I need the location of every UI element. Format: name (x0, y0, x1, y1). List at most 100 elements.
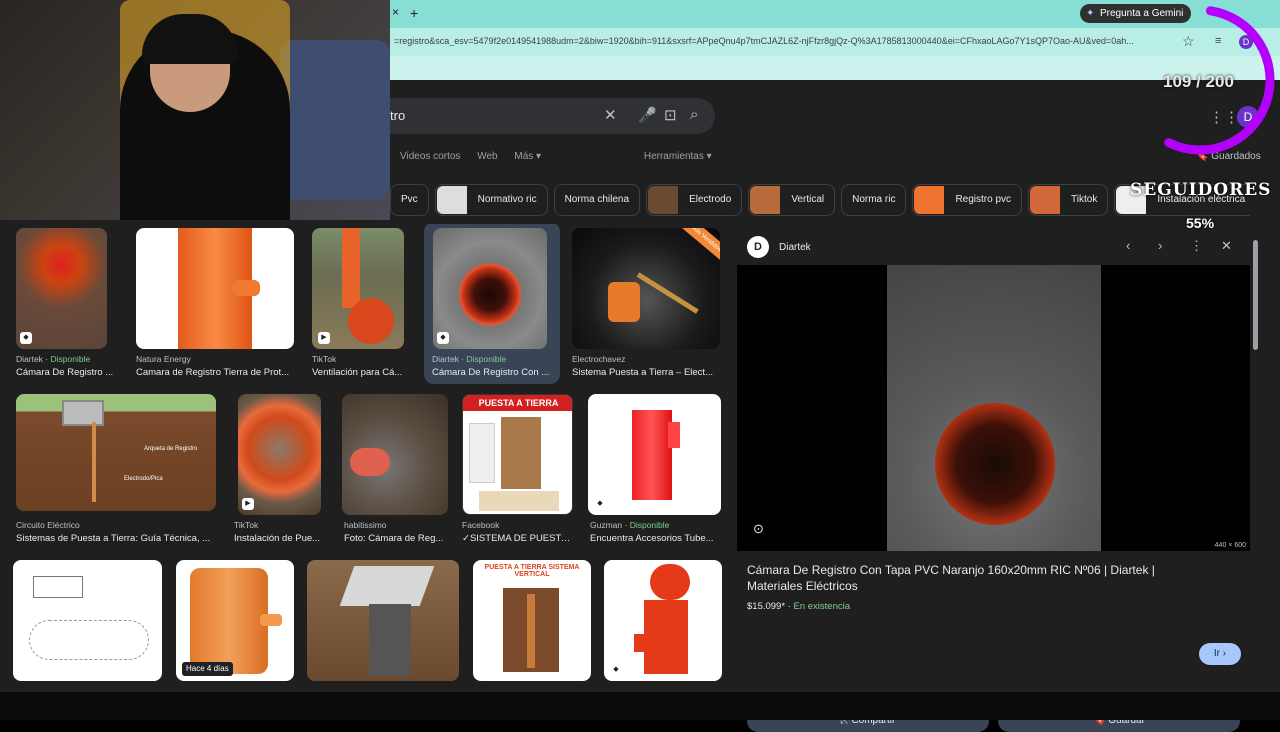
preview-image-area: ⊙ 440 × 600 (737, 265, 1250, 551)
search-input[interactable]: tro (390, 108, 405, 123)
result-source: Diartek · Disponible (16, 354, 91, 364)
site-name[interactable]: Diartek (779, 242, 811, 253)
result-title[interactable]: Encuentra Accesorios Tube... (590, 533, 722, 544)
product-tag-icon: ◆ (20, 332, 32, 344)
scrollbar[interactable] (1253, 240, 1258, 350)
result-image[interactable]: Hace 4 días (176, 560, 294, 681)
chip-norma-ric[interactable]: Norma ric (841, 184, 907, 216)
age-badge: Hace 4 días (182, 662, 233, 676)
result-image[interactable] (604, 560, 722, 681)
chip-norma-chilena[interactable]: Norma chilena (553, 184, 641, 216)
chip-thumbnail (436, 186, 467, 214)
webcam-overlay (0, 0, 390, 220)
registro-chamber (935, 403, 1055, 525)
video-play-icon: ▶ (318, 332, 330, 344)
result-source: Electrochavez (572, 354, 626, 364)
result-image[interactable]: PUESTA A TIERRA SISTEMA VERTICAL (473, 560, 591, 681)
chip-normativo-ric[interactable]: Normativo ric (434, 184, 548, 216)
follower-counter: 109 / 200 (1163, 72, 1234, 91)
preview-title[interactable]: Cámara De Registro Con Tapa PVC Naranjo … (747, 562, 1177, 594)
result-image[interactable] (238, 394, 321, 515)
chip-label: Norma ric (852, 194, 896, 205)
microphone-icon[interactable]: 🎤 (638, 106, 657, 124)
site-logo[interactable]: D (747, 236, 769, 258)
result-image[interactable] (136, 228, 294, 349)
result-title[interactable]: Cámara De Registro Con ... (432, 367, 554, 378)
result-source: TikTok (312, 354, 337, 364)
chip-pvc[interactable]: Pvc (390, 184, 429, 216)
result-source: habitissimo (344, 520, 387, 530)
preview-image[interactable] (887, 265, 1101, 551)
chip-label: Norma chilena (564, 194, 630, 205)
filter-more[interactable]: Más ▾ (514, 151, 541, 162)
image-dimensions: 440 × 600 (1214, 542, 1246, 549)
result-image[interactable] (433, 228, 547, 349)
url-text[interactable]: =registro&sca_esv=5479f2e0149541988udm=2… (394, 36, 1164, 46)
search-box[interactable]: tro ✕ 🎤 ⊡ ⌕ (390, 98, 715, 134)
chip-vertical[interactable]: Vertical (748, 184, 836, 216)
chip-label: Vertical (791, 194, 825, 205)
chip-electrodo[interactable]: Electrodo (646, 184, 743, 216)
taskbar (0, 692, 1280, 720)
followers-label: SEGUIDORES (1130, 180, 1272, 200)
filter-web[interactable]: Web (477, 151, 497, 162)
chip-thumbnail (648, 186, 679, 214)
result-title[interactable]: Instalación de Pue... (234, 533, 329, 544)
next-icon[interactable]: › (1158, 238, 1162, 253)
clear-icon[interactable]: ✕ (604, 106, 617, 124)
chip-tiktok[interactable]: Tiktok (1028, 184, 1109, 216)
result-source: Guzman · Disponible (590, 520, 670, 530)
result-image[interactable]: Más Vendidos (572, 228, 720, 349)
preview-panel: D Diartek ‹ › ⋮ ✕ ⊙ 440 × 600 Cámara De … (737, 224, 1250, 732)
tools-button[interactable]: Herramientas ▾ (644, 151, 712, 162)
chip-label: Tiktok (1071, 194, 1098, 205)
previous-icon[interactable]: ‹ (1126, 238, 1130, 253)
more-options-icon[interactable]: ⋮ (1190, 238, 1203, 254)
search-filters: Videos cortos Web Más ▾ Herramientas ▾ (400, 151, 726, 162)
result-title[interactable]: Camara de Registro Tierra de Prot... (136, 367, 296, 378)
product-tag-icon: ◆ (594, 498, 606, 510)
related-chips: Pvc Normativo ric Norma chilena Electrodo Ve… (390, 184, 1250, 218)
result-title[interactable]: Sistema Puesta a Tierra – Elect... (572, 367, 720, 378)
result-image[interactable]: Arqueta de Registro Electrodo/Pica (16, 394, 216, 511)
chip-label: Electrodo (689, 194, 732, 205)
lens-search-icon[interactable]: ⊙ (753, 521, 764, 537)
result-source: Facebook (462, 520, 500, 530)
chip-registro-pvc[interactable]: Registro pvc (912, 184, 1023, 216)
result-source: Natura Energy (136, 354, 191, 364)
result-title[interactable]: Foto: Cámara de Reg... (344, 533, 448, 544)
tab-close-icon[interactable]: × (392, 5, 399, 19)
product-tag-icon: ◆ (610, 664, 622, 676)
result-image[interactable] (13, 560, 162, 681)
result-image[interactable]: PUESTA A TIERRA (462, 394, 573, 515)
result-title[interactable]: Sistemas de Puesta a Tierra: Guía Técnic… (16, 533, 221, 544)
close-icon[interactable]: ✕ (1221, 238, 1232, 254)
chip-label: Registro pvc (955, 194, 1012, 205)
sparkle-icon: ✦ (1086, 8, 1095, 19)
result-image[interactable] (307, 560, 459, 681)
camera-search-icon[interactable]: ⊡ (664, 106, 677, 124)
chip-label: Pvc (401, 194, 418, 205)
preview-price: $15.099* · En existencia (747, 601, 851, 612)
video-play-icon: ▶ (242, 498, 254, 510)
image-results-grid: ◆ Diartek · Disponible Cámara De Registr… (0, 224, 730, 694)
result-image[interactable] (312, 228, 404, 349)
followers-percent: 55% (1186, 215, 1215, 231)
result-title[interactable]: Cámara De Registro ... (16, 367, 126, 378)
result-source: Diartek · Disponible (432, 354, 507, 364)
result-image[interactable] (16, 228, 107, 349)
result-title[interactable]: ✓SISTEMA DE PUESTA... (462, 533, 574, 544)
result-image[interactable] (588, 394, 721, 515)
visit-button[interactable]: Ir › (1199, 643, 1241, 665)
new-tab-button[interactable]: + (410, 5, 418, 21)
search-icon[interactable]: ⌕ (690, 106, 698, 123)
filter-videos[interactable]: Videos cortos (400, 151, 460, 162)
chip-thumbnail (1030, 186, 1061, 214)
chip-thumbnail (750, 186, 781, 214)
result-title[interactable]: Ventilación para Cá... (312, 367, 412, 378)
result-source: TikTok (234, 520, 259, 530)
chip-label: Normativo ric (477, 194, 537, 205)
result-image[interactable] (342, 394, 448, 515)
result-source: Circuito Eléctrico (16, 520, 80, 530)
background-pillow (280, 40, 390, 200)
